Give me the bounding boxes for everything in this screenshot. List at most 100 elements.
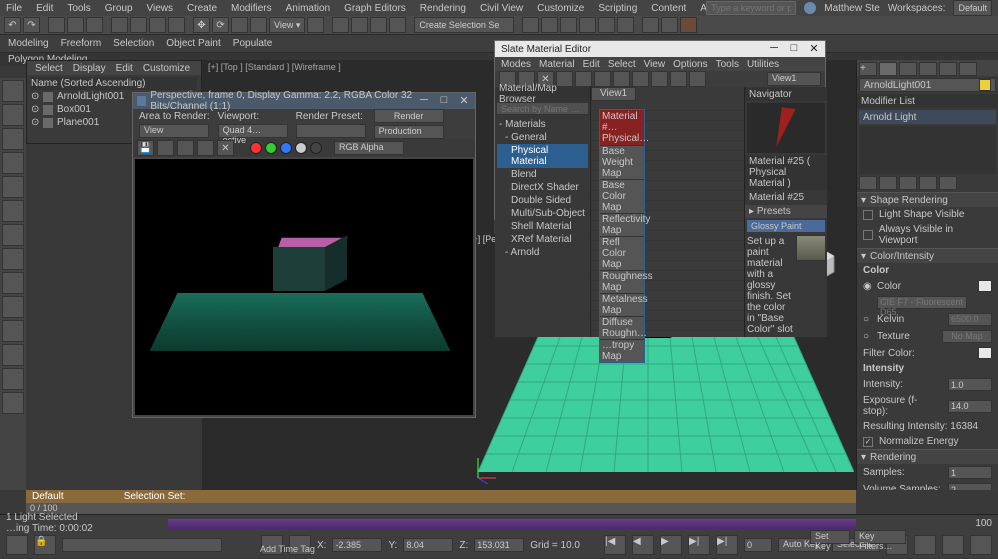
track-bar[interactable] [168,519,856,529]
rotate-button[interactable]: ⟳ [212,17,229,33]
slate-menu-options[interactable]: Options [673,59,707,70]
pan-button[interactable] [970,535,992,555]
menu-edit[interactable]: Edit [36,3,53,14]
menu-views[interactable]: Views [147,3,174,14]
rf-channel-dropdown[interactable]: RGB Alpha [334,141,404,155]
rf-preset-dropdown[interactable] [296,124,366,138]
bind-button[interactable] [86,17,103,33]
slate-sample-button[interactable] [594,71,611,87]
configure-button[interactable] [939,176,957,190]
menu-tools[interactable]: Tools [67,3,90,14]
align-button[interactable] [541,17,558,33]
slate-back-button[interactable] [632,71,649,87]
channel-blue-toggle[interactable] [280,142,292,154]
select-rect-button[interactable] [149,17,166,33]
slate-preview-button[interactable] [613,71,630,87]
menu-file[interactable]: File [6,3,22,14]
pin-stack-button[interactable] [859,176,877,190]
utilities-tab[interactable] [959,62,977,76]
always-visible-checkbox[interactable] [863,230,873,240]
modify-tab[interactable] [879,62,897,76]
tree-xref[interactable]: XRef Material [497,233,588,246]
select-name-button[interactable] [130,17,147,33]
help-search-input[interactable] [706,1,796,15]
lock-button[interactable]: 🔒 [34,535,56,555]
rf-viewport-dropdown[interactable]: Quad 4…ective [218,124,288,138]
render-frame-button[interactable] [661,17,678,33]
prev-frame-button[interactable]: ◀ [632,535,654,555]
tree-general-group[interactable]: - General [497,131,588,144]
channel-red-toggle[interactable] [250,142,262,154]
window-crossing-button[interactable] [168,17,185,33]
place-button[interactable] [250,17,267,33]
pivot-button[interactable] [307,17,324,33]
samples-input[interactable] [948,466,992,479]
slate-fwd-button[interactable] [651,71,668,87]
rf-clone-button[interactable] [177,140,194,156]
slate-close-button[interactable]: ✕ [805,41,823,55]
tree-arnold-group[interactable]: - Arnold [497,246,588,259]
zoom-all-button[interactable] [914,535,936,555]
layer-button[interactable] [560,17,577,33]
render-setup-button[interactable] [642,17,659,33]
slate-menu-select[interactable]: Select [608,59,636,70]
intensity-input[interactable] [948,378,992,391]
menu-rendering[interactable]: Rendering [420,3,466,14]
motion-tab[interactable] [919,62,937,76]
scale-button[interactable] [231,17,248,33]
navigator-preview[interactable] [747,103,825,153]
rf-copy-button[interactable] [157,140,174,156]
material-node[interactable]: Material #…Physical… Base Weight Map Bas… [599,109,645,363]
tree-blend[interactable]: Blend [497,168,588,181]
hierarchy-tab[interactable] [899,62,917,76]
slate-showmap-button[interactable] [689,71,706,87]
menu-animation[interactable]: Animation [286,3,330,14]
default-layer-label[interactable]: Default [32,491,64,502]
vp-top-label[interactable]: [+] [Top ] [Standard ] [Wireframe ] [208,62,341,72]
current-frame-input[interactable] [744,538,772,552]
channel-green-toggle[interactable] [265,142,277,154]
slate-titlebar[interactable]: Slate Material Editor ─ □ ✕ [495,41,825,57]
lt-space[interactable] [2,272,24,294]
schematic-button[interactable] [598,17,615,33]
rf-maximize-button[interactable]: □ [435,93,453,107]
rf-clear-button[interactable]: ✕ [217,140,234,156]
slate-minimize-button[interactable]: ─ [765,41,783,55]
lt-shape[interactable] [2,176,24,198]
preset-dropdown[interactable]: Glossy Paint [747,220,825,232]
lt-helper[interactable] [2,248,24,270]
lt-light[interactable] [2,200,24,222]
user-icon[interactable] [804,2,816,14]
add-time-tag[interactable]: Add Time Tag [260,544,315,554]
lt-geom[interactable] [2,152,24,174]
lt-a2[interactable] [2,344,24,366]
browser-search-input[interactable] [496,102,589,115]
ribbon-object-paint[interactable]: Object Paint [166,38,220,49]
rf-area-dropdown[interactable]: View [139,124,209,138]
color-swatch[interactable] [978,280,992,292]
tree-double-sided[interactable]: Double Sided [497,194,588,207]
select-button[interactable] [111,17,128,33]
unlink-button[interactable] [67,17,84,33]
rf-minimize-button[interactable]: ─ [415,93,433,107]
goto-start-button[interactable]: |◀ [604,535,626,555]
create-tab[interactable]: + [859,62,877,76]
menu-graph-editors[interactable]: Graph Editors [344,3,406,14]
lt-cam[interactable] [2,224,24,246]
lt-select[interactable] [2,80,24,102]
se-edit[interactable]: Edit [116,63,133,74]
volume-samples-input[interactable] [948,483,992,490]
lt-a1[interactable] [2,320,24,342]
tree-multi-sub[interactable]: Multi/Sub-Object [497,207,588,220]
filter-color-swatch[interactable] [978,347,992,359]
maxscript-button[interactable] [6,535,28,555]
spinner-snap-toggle[interactable] [389,17,406,33]
goto-end-button[interactable]: ▶| [716,535,738,555]
ribbon-modeling[interactable]: Modeling [8,38,49,49]
se-display[interactable]: Display [73,63,106,74]
slate-select-button[interactable] [670,71,687,87]
redo-button[interactable]: ↷ [23,17,40,33]
kelvin-input[interactable]: 6500.0 [948,313,992,326]
lt-sys[interactable] [2,296,24,318]
tree-shell[interactable]: Shell Material [497,220,588,233]
